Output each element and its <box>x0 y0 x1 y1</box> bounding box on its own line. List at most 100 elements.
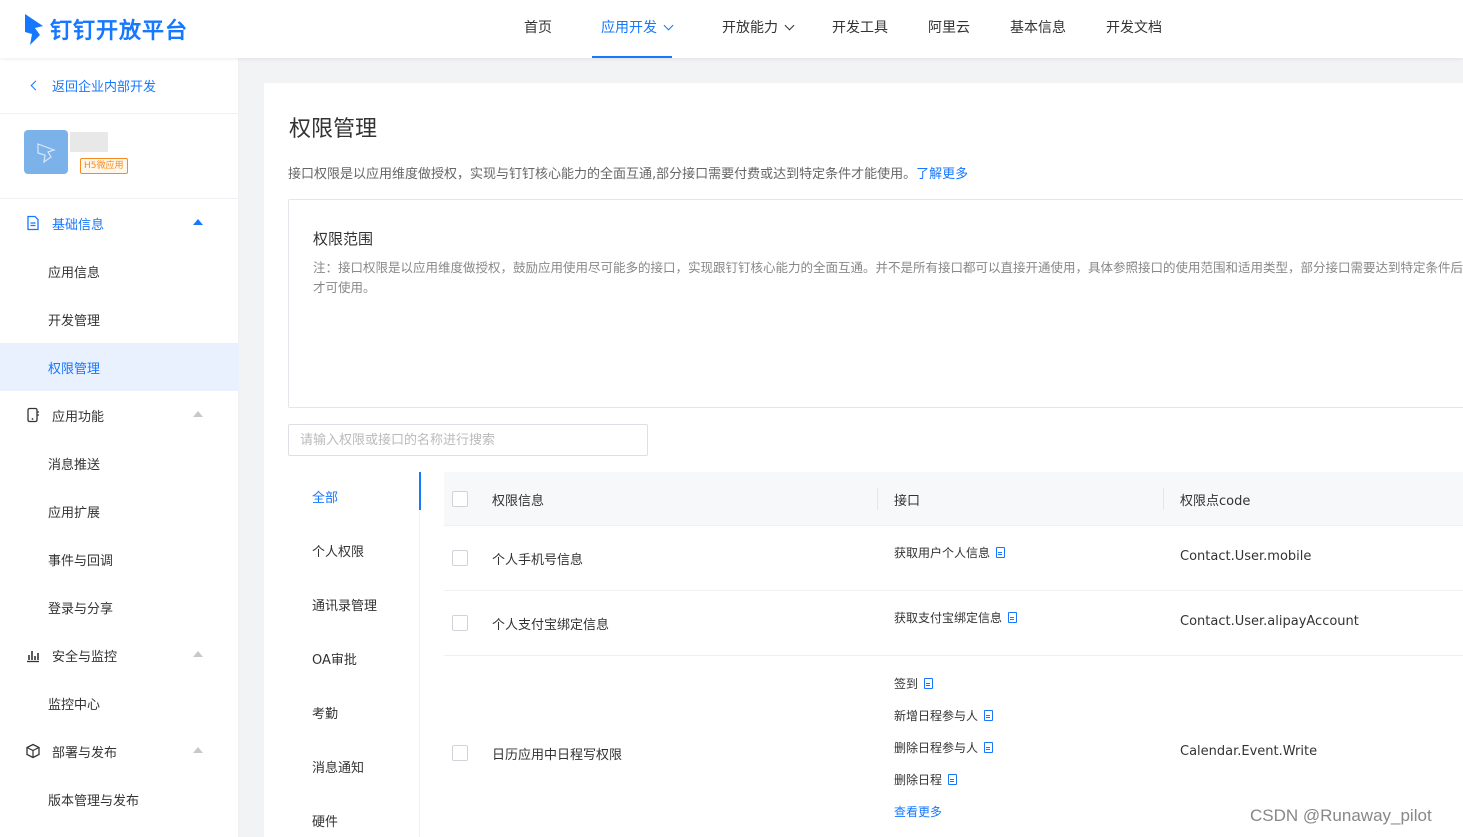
api-name: 新增日程参与人 <box>894 709 979 723</box>
permission-name: 日历应用中日程写权限 <box>492 748 623 763</box>
sidebar-item-monitoring-center[interactable]: 监控中心 <box>0 679 239 727</box>
sidebar-item-permission-management[interactable]: 权限管理 <box>0 343 239 391</box>
main-content: 权限管理 接口权限是以应用维度做授权，实现与钉钉核心能力的全面互通,部分接口需要… <box>264 83 1463 837</box>
nav-app-dev[interactable]: 应用开发 <box>601 0 674 58</box>
sidebar-group-security-monitoring[interactable]: 安全与监控 <box>0 631 239 679</box>
collapse-arrow-icon[interactable] <box>193 651 203 657</box>
permission-code: Calendar.Event.Write <box>1180 744 1318 759</box>
sidebar-item-label: 事件与回调 <box>48 554 114 569</box>
chevron-down-icon <box>784 20 795 31</box>
sidebar-item-app-info[interactable]: 应用信息 <box>0 247 239 295</box>
select-all-checkbox[interactable] <box>452 491 468 507</box>
column-divider <box>1163 488 1164 510</box>
category-tab-contacts[interactable]: 通讯录管理 <box>288 580 420 634</box>
logo-text: 钉钉开放平台 <box>50 19 189 44</box>
nav-dev-tools[interactable]: 开发工具 <box>832 0 888 58</box>
view-more-link[interactable]: 查看更多 <box>894 803 942 820</box>
sidebar-item-label: 开发管理 <box>48 314 101 329</box>
api-name: 获取支付宝绑定信息 <box>894 611 1003 625</box>
active-tab-indicator <box>419 472 421 510</box>
api-link[interactable]: 获取用户个人信息 <box>894 544 1006 561</box>
sidebar-item-label: 权限管理 <box>48 362 101 377</box>
chevron-down-icon <box>663 20 674 31</box>
doc-icon[interactable] <box>996 547 1006 558</box>
api-link[interactable]: 删除日程参与人 <box>894 739 994 756</box>
sidebar-group-label: 部署与发布 <box>52 746 118 761</box>
collapse-arrow-icon[interactable] <box>193 411 203 417</box>
table-header: 权限信息 接口 权限点code <box>444 472 1463 526</box>
permission-name: 个人支付宝绑定信息 <box>492 618 610 633</box>
sidebar-group-label: 应用功能 <box>52 410 105 425</box>
sidebar-item-login-share[interactable]: 登录与分享 <box>0 583 239 631</box>
sidebar-item-label: 应用扩展 <box>48 506 101 521</box>
page-description: 接口权限是以应用维度做授权，实现与钉钉核心能力的全面互通,部分接口需要付费或达到… <box>288 163 968 182</box>
sidebar-item-app-extension[interactable]: 应用扩展 <box>0 487 239 535</box>
api-name: 签到 <box>894 677 919 691</box>
row-checkbox[interactable] <box>452 745 468 761</box>
sidebar-item-dev-management[interactable]: 开发管理 <box>0 295 239 343</box>
app-card: H5微应用 <box>0 114 239 199</box>
doc-icon[interactable] <box>948 774 958 785</box>
table-row: 个人手机号信息 获取用户个人信息 Contact.User.mobile <box>444 526 1463 591</box>
nav-open-capabilities-label: 开放能力 <box>722 20 778 36</box>
api-link[interactable]: 删除日程 <box>894 771 958 788</box>
sidebar-group-label: 基础信息 <box>52 218 105 233</box>
doc-icon[interactable] <box>984 710 994 721</box>
column-header-api: 接口 <box>894 494 921 509</box>
collapse-arrow-icon[interactable] <box>193 219 203 225</box>
app-logo-icon <box>37 143 56 164</box>
nav-home[interactable]: 首页 <box>524 0 552 58</box>
nav-basic-info[interactable]: 基本信息 <box>1010 0 1066 58</box>
back-link[interactable]: 返回企业内部开发 <box>0 58 239 114</box>
permission-code: Contact.User.mobile <box>1180 549 1312 564</box>
column-header-code: 权限点code <box>1180 494 1251 509</box>
category-tab-personal[interactable]: 个人权限 <box>288 526 420 580</box>
sidebar-item-message-push[interactable]: 消息推送 <box>0 439 239 487</box>
bar-chart-icon <box>27 651 39 663</box>
nav-open-capabilities[interactable]: 开放能力 <box>722 0 795 58</box>
collapse-arrow-icon[interactable] <box>193 747 203 753</box>
api-name: 删除日程 <box>894 773 943 787</box>
permission-search-input[interactable] <box>288 424 648 456</box>
sidebar-group-basic-info[interactable]: 基础信息 <box>0 199 239 247</box>
permission-table: 权限信息 接口 权限点code 个人手机号信息 获取用户个人信息 Contact… <box>444 472 1463 837</box>
sidebar-group-app-features[interactable]: 应用功能 <box>0 391 239 439</box>
sidebar-item-version-management[interactable]: 版本管理与发布 <box>0 775 239 823</box>
sidebar-group-deploy-publish[interactable]: 部署与发布 <box>0 727 239 775</box>
nav-active-underline <box>592 56 672 58</box>
row-checkbox[interactable] <box>452 615 468 631</box>
sidebar-item-label: 监控中心 <box>48 698 101 713</box>
scope-title: 权限范围 <box>313 230 374 248</box>
api-link[interactable]: 获取支付宝绑定信息 <box>894 609 1018 626</box>
doc-icon[interactable] <box>1008 612 1018 623</box>
app-type-badge: H5微应用 <box>80 158 128 174</box>
category-tab-all[interactable]: 全部 <box>288 472 421 526</box>
doc-icon[interactable] <box>984 742 994 753</box>
api-link[interactable]: 签到 <box>894 675 934 692</box>
logo[interactable]: 钉钉开放平台 <box>22 12 188 46</box>
nav-aliyun[interactable]: 阿里云 <box>928 0 970 58</box>
cube-icon <box>26 743 40 759</box>
category-tab-hardware[interactable]: 硬件 <box>288 796 420 837</box>
category-tab-notifications[interactable]: 消息通知 <box>288 742 420 796</box>
top-navigation: 钉钉开放平台 首页 应用开发 开放能力 开发工具 阿里云 基本信息 开发文档 <box>0 0 1463 58</box>
sidebar: 返回企业内部开发 H5微应用 基础信息 应用信息 开发管理 权限管理 应用功能 … <box>0 58 239 837</box>
page-description-text: 接口权限是以应用维度做授权，实现与钉钉核心能力的全面互通,部分接口需要付费或达到… <box>288 167 917 182</box>
page-title: 权限管理 <box>289 117 378 142</box>
column-divider <box>877 488 878 510</box>
sidebar-item-label: 版本管理与发布 <box>48 794 140 809</box>
category-tab-oa-approval[interactable]: OA审批 <box>288 634 420 688</box>
document-icon <box>27 215 39 231</box>
api-link[interactable]: 新增日程参与人 <box>894 707 994 724</box>
sidebar-item-events-callbacks[interactable]: 事件与回调 <box>0 535 239 583</box>
category-tab-attendance[interactable]: 考勤 <box>288 688 420 742</box>
doc-icon[interactable] <box>924 678 934 689</box>
learn-more-link[interactable]: 了解更多 <box>916 167 968 182</box>
row-checkbox[interactable] <box>452 550 468 566</box>
chevron-left-icon <box>30 80 41 91</box>
nav-app-dev-label: 应用开发 <box>601 20 657 36</box>
permission-code: Contact.User.alipayAccount <box>1180 614 1359 629</box>
table-row: 个人支付宝绑定信息 获取支付宝绑定信息 Contact.User.alipayA… <box>444 591 1463 656</box>
scope-note: 注：接口权限是以应用维度做授权，鼓励应用使用尽可能多的接口，实现跟钉钉核心能力的… <box>313 260 1463 295</box>
nav-dev-docs[interactable]: 开发文档 <box>1106 0 1162 58</box>
